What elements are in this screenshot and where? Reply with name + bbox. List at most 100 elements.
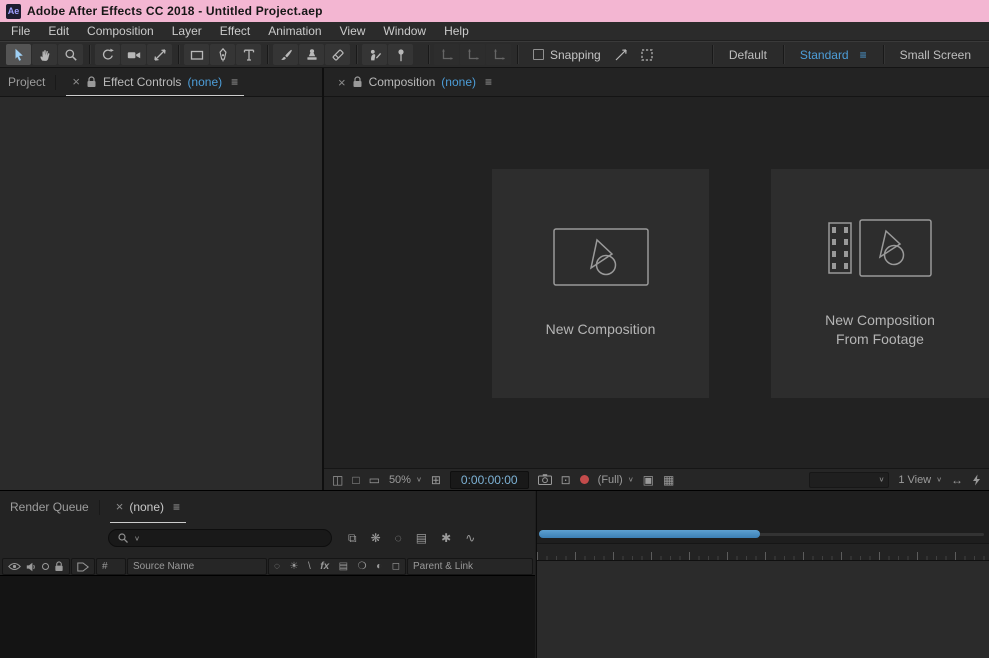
snapping-checkbox[interactable] — [533, 49, 544, 60]
screen-icon[interactable]: □ — [352, 474, 359, 486]
tab-timeline-target[interactable]: (none) — [129, 500, 164, 514]
parent-link-column[interactable]: Parent & Link — [407, 558, 533, 575]
tab-effect-controls-label[interactable]: Effect Controls — [103, 75, 181, 89]
lock-icon[interactable] — [352, 76, 363, 88]
frame-blending-toggle-icon[interactable]: ▤ — [416, 531, 427, 546]
tab-effect-controls[interactable]: × Effect Controls (none) ≡ — [66, 68, 244, 96]
rotation-tool-button[interactable] — [95, 44, 120, 65]
tab-project[interactable]: Project — [8, 75, 45, 89]
snap-features-button[interactable] — [635, 44, 660, 65]
menu-edit[interactable]: Edit — [39, 22, 78, 41]
close-tab-icon[interactable]: × — [116, 500, 124, 513]
draft-3d-toggle-icon[interactable]: ✱ — [441, 531, 451, 546]
timeline-search-row: ∨ ⧉ ❋ ◌ ▤ ✱ ∿ — [0, 523, 535, 553]
motion-blur-toggle-icon[interactable]: ❋ — [371, 531, 381, 546]
tab-timeline-none[interactable]: × (none) ≡ — [110, 491, 186, 523]
frame-blend-icon[interactable]: ▤ — [339, 561, 348, 572]
camera-view-dropdown[interactable]: ∨ — [809, 472, 889, 488]
menu-window[interactable]: Window — [374, 22, 435, 41]
time-ruler[interactable] — [537, 543, 989, 561]
composition-mini-flowchart-icon[interactable]: ⧉ — [348, 531, 357, 546]
time-navigator-bar[interactable] — [539, 530, 760, 538]
transparency-grid-icon[interactable]: ▦ — [663, 474, 674, 486]
label-column[interactable] — [71, 558, 95, 575]
timeline-search-box[interactable]: ∨ — [108, 529, 332, 547]
rectangle-tool-button[interactable] — [184, 44, 209, 65]
pixel-aspect-icon[interactable]: ↔ — [951, 474, 963, 486]
monitor-icon[interactable]: ◫ — [332, 474, 343, 486]
solo-icon[interactable] — [42, 563, 49, 570]
clone-stamp-tool-button[interactable] — [299, 44, 324, 65]
magnification-dropdown[interactable]: 50%∨ — [389, 474, 422, 486]
shy-toggle-icon[interactable]: ◌ — [395, 531, 402, 546]
show-snapshot-icon[interactable]: ⊡ — [561, 474, 571, 486]
puppet-pin-tool-icon — [393, 47, 409, 63]
fast-previews-icon[interactable] — [972, 474, 981, 486]
quality-icon[interactable]: \ — [308, 561, 311, 572]
motion-blur-icon[interactable]: ❍ — [358, 561, 367, 572]
layer-list-area[interactable] — [0, 575, 535, 658]
close-tab-icon[interactable]: × — [72, 75, 80, 88]
zoom-tool-button[interactable] — [58, 44, 83, 65]
resolution-dropdown[interactable]: (Full)∨ — [598, 474, 634, 486]
lock-icon[interactable] — [54, 561, 64, 572]
display-icon[interactable]: ▭ — [369, 474, 380, 486]
workspace-standard[interactable]: Standard — [800, 48, 849, 62]
pen-tool-button[interactable] — [210, 44, 235, 65]
track-area[interactable] — [537, 561, 989, 658]
audio-speaker-icon[interactable] — [26, 562, 36, 572]
shy-icon[interactable]: ◌ — [274, 561, 280, 572]
hand-tool-button[interactable] — [32, 44, 57, 65]
workspace-default[interactable]: Default — [729, 48, 767, 62]
menu-file[interactable]: File — [2, 22, 39, 41]
snapshot-icon[interactable] — [538, 474, 552, 485]
effects-fx-icon[interactable]: fx — [320, 561, 329, 572]
current-time-display[interactable]: 0:00:00:00 — [450, 471, 529, 489]
menu-animation[interactable]: Animation — [259, 22, 330, 41]
project-panel-content[interactable] — [0, 96, 322, 490]
workspace-menu-icon[interactable]: ≡ — [860, 48, 867, 62]
snapping-control[interactable]: Snapping — [533, 48, 601, 62]
axis-local-button[interactable] — [434, 44, 459, 65]
region-of-interest-icon[interactable]: ▣ — [643, 474, 654, 486]
menu-effect[interactable]: Effect — [211, 22, 259, 41]
snap-edges-button[interactable] — [609, 44, 634, 65]
menu-help[interactable]: Help — [435, 22, 478, 41]
grid-options-icon[interactable]: ⊞ — [431, 474, 441, 486]
panel-menu-icon[interactable]: ≡ — [485, 75, 492, 89]
unified-camera-tool-button[interactable] — [121, 44, 146, 65]
new-composition-button[interactable]: New Composition — [492, 169, 709, 398]
brush-tool-button[interactable] — [273, 44, 298, 65]
eraser-tool-button[interactable] — [325, 44, 350, 65]
new-composition-from-footage-button[interactable]: New Composition From Footage — [771, 169, 989, 398]
show-channel-icon[interactable] — [580, 475, 589, 484]
search-input[interactable] — [145, 532, 323, 544]
menu-view[interactable]: View — [331, 22, 375, 41]
graph-editor-icon[interactable]: ∿ — [465, 531, 475, 546]
close-tab-icon[interactable]: × — [338, 76, 346, 89]
menu-composition[interactable]: Composition — [78, 22, 163, 41]
adjustment-layer-icon[interactable]: ◐ — [376, 561, 382, 572]
menu-layer[interactable]: Layer — [163, 22, 211, 41]
collapse-transformations-icon[interactable]: ☀ — [289, 561, 298, 572]
threed-layer-icon[interactable]: ◻ — [392, 561, 400, 572]
selection-tool-button[interactable] — [6, 44, 31, 65]
source-name-column[interactable]: Source Name — [127, 558, 267, 575]
tab-composition-label[interactable]: Composition — [369, 75, 436, 89]
type-tool-button[interactable] — [236, 44, 261, 65]
axis-view-button[interactable] — [486, 44, 511, 65]
video-eye-icon[interactable] — [8, 562, 21, 571]
view-layout-dropdown[interactable]: 1 View∨ — [898, 474, 942, 486]
puppet-pin-tool-button[interactable] — [388, 44, 413, 65]
panel-menu-icon[interactable]: ≡ — [173, 500, 180, 514]
number-column[interactable]: # — [96, 558, 126, 575]
pan-behind-tool-button[interactable] — [147, 44, 172, 65]
tab-render-queue[interactable]: Render Queue — [10, 500, 89, 514]
workspace-small-screen[interactable]: Small Screen — [900, 48, 971, 62]
tab-composition[interactable]: × Composition (none) ≡ — [332, 68, 498, 96]
axis-world-button[interactable] — [460, 44, 485, 65]
panel-menu-icon[interactable]: ≡ — [231, 75, 238, 89]
roto-brush-tool-button[interactable] — [362, 44, 387, 65]
lock-icon[interactable] — [86, 76, 97, 88]
axis-world-icon — [465, 47, 481, 63]
